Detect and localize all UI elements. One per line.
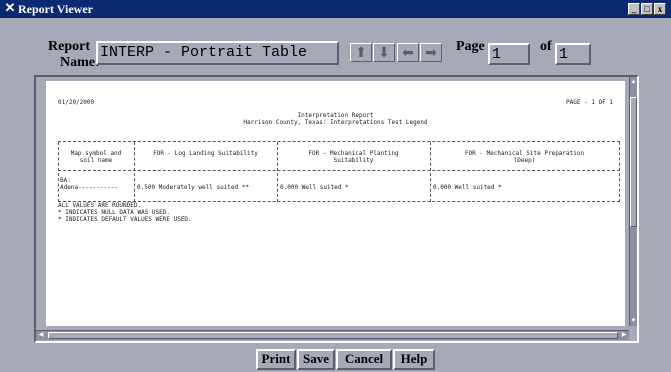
scroll-right-icon[interactable]: ▶: [619, 331, 629, 340]
table-header-mechanical-planting: FOR - Mechanical Planting Suitability: [308, 150, 399, 164]
page-label: Page: [456, 39, 485, 54]
total-pages-field: 1: [555, 43, 591, 65]
map-symbol: BA:: [60, 177, 71, 184]
report-page-info: PAGE - 1 OF 1: [566, 99, 613, 106]
close-button[interactable]: x: [654, 3, 666, 15]
table-header-log-landing: FOR - Log Landing Suitability: [153, 150, 258, 157]
arrow-left-icon: ⬅: [402, 44, 414, 60]
site-preparation-value: 0.000 Well suited *: [433, 184, 502, 191]
vertical-scrollbar[interactable]: ▲ ▼: [629, 77, 637, 326]
report-view-area[interactable]: 01/20/2000 PAGE - 1 OF 1 Interpretation …: [34, 75, 639, 343]
footnote: ALL VALUES ARE ROUNDED.: [58, 202, 142, 209]
help-button[interactable]: Help: [393, 349, 435, 370]
scroll-down-icon[interactable]: ▼: [630, 316, 637, 326]
previous-page-button[interactable]: ⬅: [397, 43, 419, 62]
soil-name: Adena-----------: [60, 184, 118, 191]
horizontal-scrollbar[interactable]: ◀ ▶: [36, 330, 629, 340]
cancel-button[interactable]: Cancel: [336, 349, 392, 370]
report-subtitle: Harrison County, Texas: Interpretations …: [243, 119, 428, 126]
app-icon: ✕: [4, 0, 16, 15]
down-arrow-button[interactable]: ⬇: [373, 43, 395, 62]
log-landing-value: 0.500 Moderately well suited **: [137, 184, 249, 191]
window-title: Report Viewer: [18, 2, 93, 16]
maximize-button[interactable]: □: [641, 3, 653, 15]
report-name-field[interactable]: INTERP - Portrait Table: [96, 41, 339, 65]
interpretation-table: Map symbol and soil name FOR - Log Landi…: [58, 141, 620, 202]
mechanical-planting-value: 0.000 Well suited *: [280, 184, 349, 191]
footnote: * INDICATES NULL DATA WAS USED.: [58, 209, 170, 216]
report-name-label-line2: Name:: [60, 55, 100, 70]
of-label: of: [540, 39, 552, 54]
scroll-left-icon[interactable]: ◀: [36, 331, 46, 340]
horizontal-scroll-thumb[interactable]: [48, 332, 618, 339]
footnote: * INDICATES DEFAULT VALUES WERE USED.: [58, 216, 192, 223]
arrow-up-icon: ⬆: [355, 44, 367, 60]
page-number-field[interactable]: 1: [488, 43, 530, 65]
table-header-symbol: Map symbol and soil name: [70, 150, 122, 164]
arrow-right-icon: ➡: [425, 44, 437, 60]
vertical-scroll-thumb[interactable]: [630, 97, 637, 227]
report-date: 01/20/2000: [58, 99, 95, 106]
save-button[interactable]: Save: [297, 349, 335, 370]
minimize-button[interactable]: _: [628, 3, 640, 15]
print-button[interactable]: Print: [256, 349, 296, 370]
arrow-down-icon: ⬇: [378, 44, 390, 60]
up-arrow-button[interactable]: ⬆: [350, 43, 372, 62]
scroll-up-icon[interactable]: ▲: [630, 77, 637, 87]
title-bar[interactable]: ✕ Report Viewer _ □ x: [0, 0, 671, 18]
report-page: 01/20/2000 PAGE - 1 OF 1 Interpretation …: [46, 81, 625, 326]
next-page-button[interactable]: ➡: [420, 43, 442, 62]
report-name-label-line1: Report: [48, 39, 90, 54]
report-viewer-window: ✕ Report Viewer _ □ x Report Name: INTER…: [0, 0, 671, 372]
report-title: Interpretation Report: [297, 112, 374, 119]
table-header-site-preparation: FOR - Mechanical Site Preparation (Deep): [464, 150, 585, 164]
